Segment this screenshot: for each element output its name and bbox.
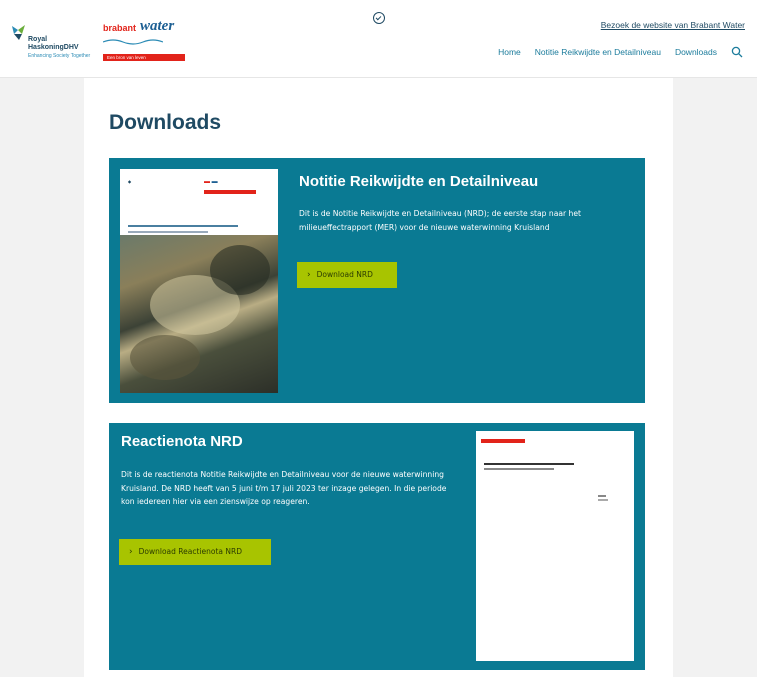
nav-home[interactable]: Home <box>498 47 521 57</box>
download-nrd-button[interactable]: › Download NRD <box>297 262 397 288</box>
reactienota-description: Dit is de reactienota Notitie Reikwijdte… <box>121 470 447 506</box>
nrd-title: Notitie Reikwijdte en Detailniveau <box>299 173 539 190</box>
visit-brabant-water-link[interactable]: Bezoek de website van Brabant Water <box>601 20 745 30</box>
search-icon[interactable] <box>731 46 743 58</box>
download-reactienota-button[interactable]: › Download Reactienota NRD <box>119 539 271 565</box>
main-nav: Home Notitie Reikwijdte en Detailniveau … <box>484 46 743 58</box>
page-title: Downloads <box>109 111 222 134</box>
nrd-cover-image[interactable]: ◆ ▬ ▬ <box>120 169 278 393</box>
download-block-nrd: ◆ ▬ ▬ Notitie Reikwijdte en Detailniveau… <box>109 158 645 403</box>
royal-haskoningdhv-logo[interactable]: Royal HaskoningDHV Enhancing Society Tog… <box>10 22 91 64</box>
nav-downloads[interactable]: Downloads <box>675 47 717 57</box>
logo-bw-tagline: Een bron van leven <box>103 54 185 61</box>
reactienota-cover-image[interactable] <box>476 431 634 661</box>
main-content: Downloads ◆ ▬ ▬ Notitie Reikwijdte en De… <box>84 78 673 677</box>
chevron-right-icon: › <box>307 270 311 280</box>
brabant-water-logo[interactable]: brabant water Een bron van leven <box>103 18 193 64</box>
download-block-reactienota: Reactienota NRD Dit is de reactienota No… <box>109 423 645 670</box>
logo-brabant-text: brabant <box>103 23 137 33</box>
download-nrd-label: Download NRD <box>316 270 373 279</box>
logo-line1: Royal <box>28 36 48 43</box>
nav-nrd[interactable]: Notitie Reikwijdte en Detailniveau <box>535 47 661 57</box>
chevron-right-icon: › <box>129 547 133 557</box>
logo-water-text: water <box>140 18 175 34</box>
download-reactienota-label: Download Reactienota NRD <box>138 547 242 556</box>
wave-icon <box>103 39 163 45</box>
site-header: Royal HaskoningDHV Enhancing Society Tog… <box>0 0 757 78</box>
check-circle-icon <box>368 10 390 32</box>
nrd-description: Dit is de Notitie Reikwijdte en Detailni… <box>299 209 582 232</box>
rhdhv-mark-icon <box>12 25 25 40</box>
reactienota-title: Reactienota NRD <box>121 433 243 450</box>
logo-tagline: Enhancing Society Together <box>28 53 91 59</box>
logo-line2: HaskoningDHV <box>28 44 79 51</box>
